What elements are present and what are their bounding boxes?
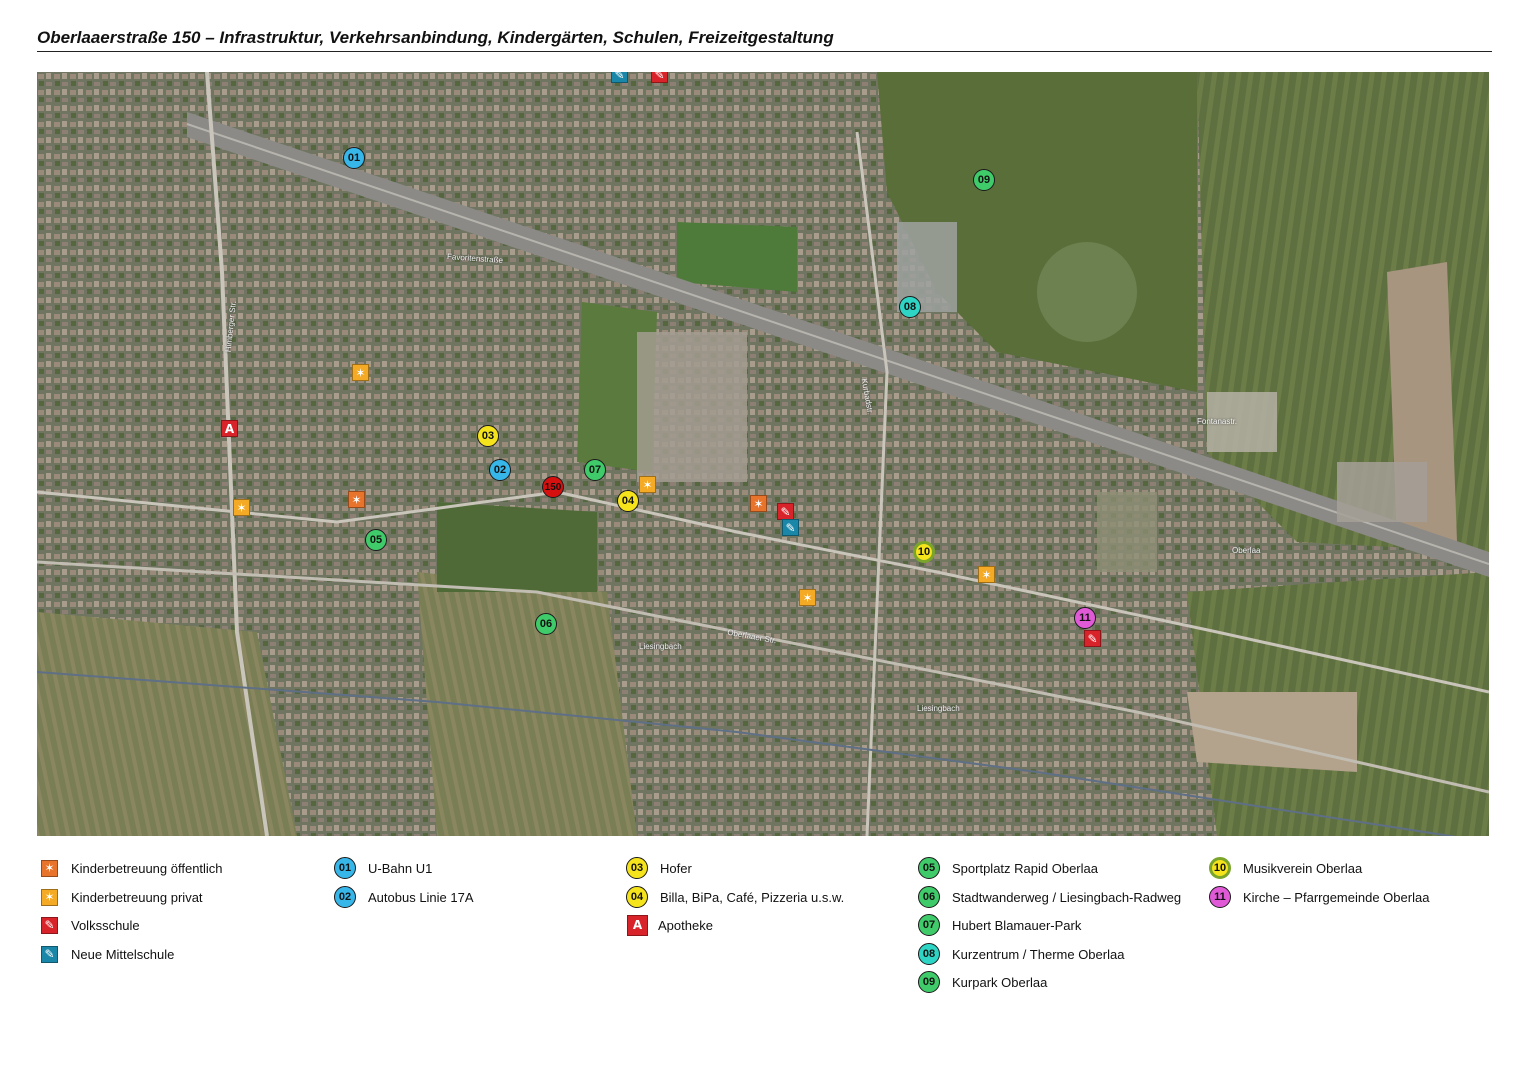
kinder-privat-icon[interactable]: ✶ bbox=[639, 476, 656, 493]
legend-label: Kirche – Pfarrgemeinde Oberlaa bbox=[1243, 889, 1430, 905]
volksschule-icon: ✎ bbox=[41, 916, 58, 934]
legend-label: Hubert Blamauer-Park bbox=[952, 917, 1082, 933]
legend-label: Kinderbetreuung privat bbox=[71, 889, 203, 905]
marker-10-musikverein[interactable]: 10 bbox=[913, 541, 935, 563]
page-title: Oberlaaerstraße 150 – Infrastruktur, Ver… bbox=[37, 28, 1492, 52]
legend-label: U-Bahn U1 bbox=[368, 860, 433, 876]
legend-item-ubahn: 01 U-Bahn U1 bbox=[334, 857, 432, 879]
legend-item-hofer: 03 Hofer bbox=[626, 857, 692, 879]
legend-item-sportplatz: 05 Sportplatz Rapid Oberlaa bbox=[918, 857, 1098, 879]
legend-marker-05: 05 bbox=[918, 857, 940, 879]
marker-09-kurpark[interactable]: 09 bbox=[973, 169, 995, 191]
legend-item-musikverein: 10 Musikverein Oberlaa bbox=[1209, 857, 1362, 879]
kinder-privat-icon: ✶ bbox=[41, 888, 58, 906]
legend-label: Autobus Linie 17A bbox=[368, 889, 474, 905]
legend-marker-02: 02 bbox=[334, 886, 356, 908]
map-background bbox=[37, 72, 1489, 836]
kinder-privat-icon[interactable]: ✶ bbox=[978, 566, 995, 583]
street-label: Fontanastr. bbox=[1197, 417, 1238, 426]
legend-label: Billa, BiPa, Café, Pizzeria u.s.w. bbox=[660, 889, 845, 905]
legend-item-apotheke: A Apotheke bbox=[627, 914, 713, 936]
volksschule-icon[interactable]: ✎ bbox=[777, 503, 794, 520]
marker-03-hofer[interactable]: 03 bbox=[477, 425, 499, 447]
apotheke-icon[interactable]: A bbox=[221, 420, 238, 437]
kinder-oeffentlich-icon[interactable]: ✶ bbox=[348, 491, 365, 508]
legend-item-kirche: 11 Kirche – Pfarrgemeinde Oberlaa bbox=[1209, 886, 1429, 908]
street-label: Oberlaa bbox=[1232, 546, 1261, 555]
legend-item-park: 07 Hubert Blamauer-Park bbox=[918, 914, 1081, 936]
marker-05-sportplatz[interactable]: 05 bbox=[365, 529, 387, 551]
kinder-privat-icon[interactable]: ✶ bbox=[233, 499, 250, 516]
legend-label: Volksschule bbox=[71, 917, 140, 933]
legend-label: Kurpark Oberlaa bbox=[952, 974, 1048, 990]
kinder-oeffentlich-icon: ✶ bbox=[41, 859, 58, 877]
marker-01-ubahn[interactable]: 01 bbox=[343, 147, 365, 169]
legend-item-kinder-oeffentlich: ✶ Kinderbetreuung öffentlich bbox=[41, 857, 223, 879]
legend-item-therme: 08 Kurzentrum / Therme Oberlaa bbox=[918, 943, 1124, 965]
marker-06-stadtwanderweg[interactable]: 06 bbox=[535, 613, 557, 635]
property-marker-150[interactable]: 150 bbox=[542, 476, 564, 498]
legend-marker-10: 10 bbox=[1209, 857, 1231, 879]
legend-marker-01: 01 bbox=[334, 857, 356, 879]
legend-marker-07: 07 bbox=[918, 914, 940, 936]
legend-item-volksschule: ✎ Volksschule bbox=[41, 914, 140, 936]
kinder-privat-icon[interactable]: ✶ bbox=[352, 364, 369, 381]
legend-marker-09: 09 bbox=[918, 971, 940, 993]
legend-label: Neue Mittelschule bbox=[71, 946, 175, 962]
legend-label: Sportplatz Rapid Oberlaa bbox=[952, 860, 1098, 876]
legend-label: Kinderbetreuung öffentlich bbox=[71, 860, 223, 876]
nms-icon[interactable]: ✎ bbox=[611, 72, 628, 83]
kinder-oeffentlich-icon[interactable]: ✶ bbox=[750, 495, 767, 512]
legend-marker-06: 06 bbox=[918, 886, 940, 908]
legend-marker-04: 04 bbox=[626, 886, 648, 908]
legend-item-nms: ✎ Neue Mittelschule bbox=[41, 943, 174, 965]
legend-marker-11: 11 bbox=[1209, 886, 1231, 908]
nms-icon[interactable]: ✎ bbox=[782, 519, 799, 536]
volksschule-icon[interactable]: ✎ bbox=[651, 72, 668, 83]
marker-04-billa[interactable]: 04 bbox=[617, 490, 639, 512]
nms-icon: ✎ bbox=[41, 945, 58, 963]
legend-item-kurpark: 09 Kurpark Oberlaa bbox=[918, 971, 1047, 993]
marker-08-therme[interactable]: 08 bbox=[899, 296, 921, 318]
legend-marker-08: 08 bbox=[918, 943, 940, 965]
street-label: Liesingbach bbox=[917, 704, 960, 713]
marker-02-bus[interactable]: 02 bbox=[489, 459, 511, 481]
legend-label: Apotheke bbox=[658, 917, 713, 933]
legend-label: Musikverein Oberlaa bbox=[1243, 860, 1363, 876]
legend-item-billa: 04 Billa, BiPa, Café, Pizzeria u.s.w. bbox=[626, 886, 844, 908]
legend-label: Hofer bbox=[660, 860, 692, 876]
marker-07-park[interactable]: 07 bbox=[584, 459, 606, 481]
legend-item-stadtwanderweg: 06 Stadtwanderweg / Liesingbach-Radweg bbox=[918, 886, 1181, 908]
apotheke-icon: A bbox=[627, 914, 648, 936]
legend-item-bus: 02 Autobus Linie 17A bbox=[334, 886, 474, 908]
legend-label: Kurzentrum / Therme Oberlaa bbox=[952, 946, 1125, 962]
aerial-map[interactable]: Himberger Str. Liesingbach Kurbadstr. Ob… bbox=[37, 72, 1489, 836]
legend-label: Stadtwanderweg / Liesingbach-Radweg bbox=[952, 889, 1182, 905]
legend-item-kinder-privat: ✶ Kinderbetreuung privat bbox=[41, 886, 203, 908]
street-label: Liesingbach bbox=[639, 642, 682, 651]
legend-marker-03: 03 bbox=[626, 857, 648, 879]
volksschule-icon[interactable]: ✎ bbox=[1084, 630, 1101, 647]
kinder-privat-icon[interactable]: ✶ bbox=[799, 589, 816, 606]
marker-11-kirche[interactable]: 11 bbox=[1074, 607, 1096, 629]
